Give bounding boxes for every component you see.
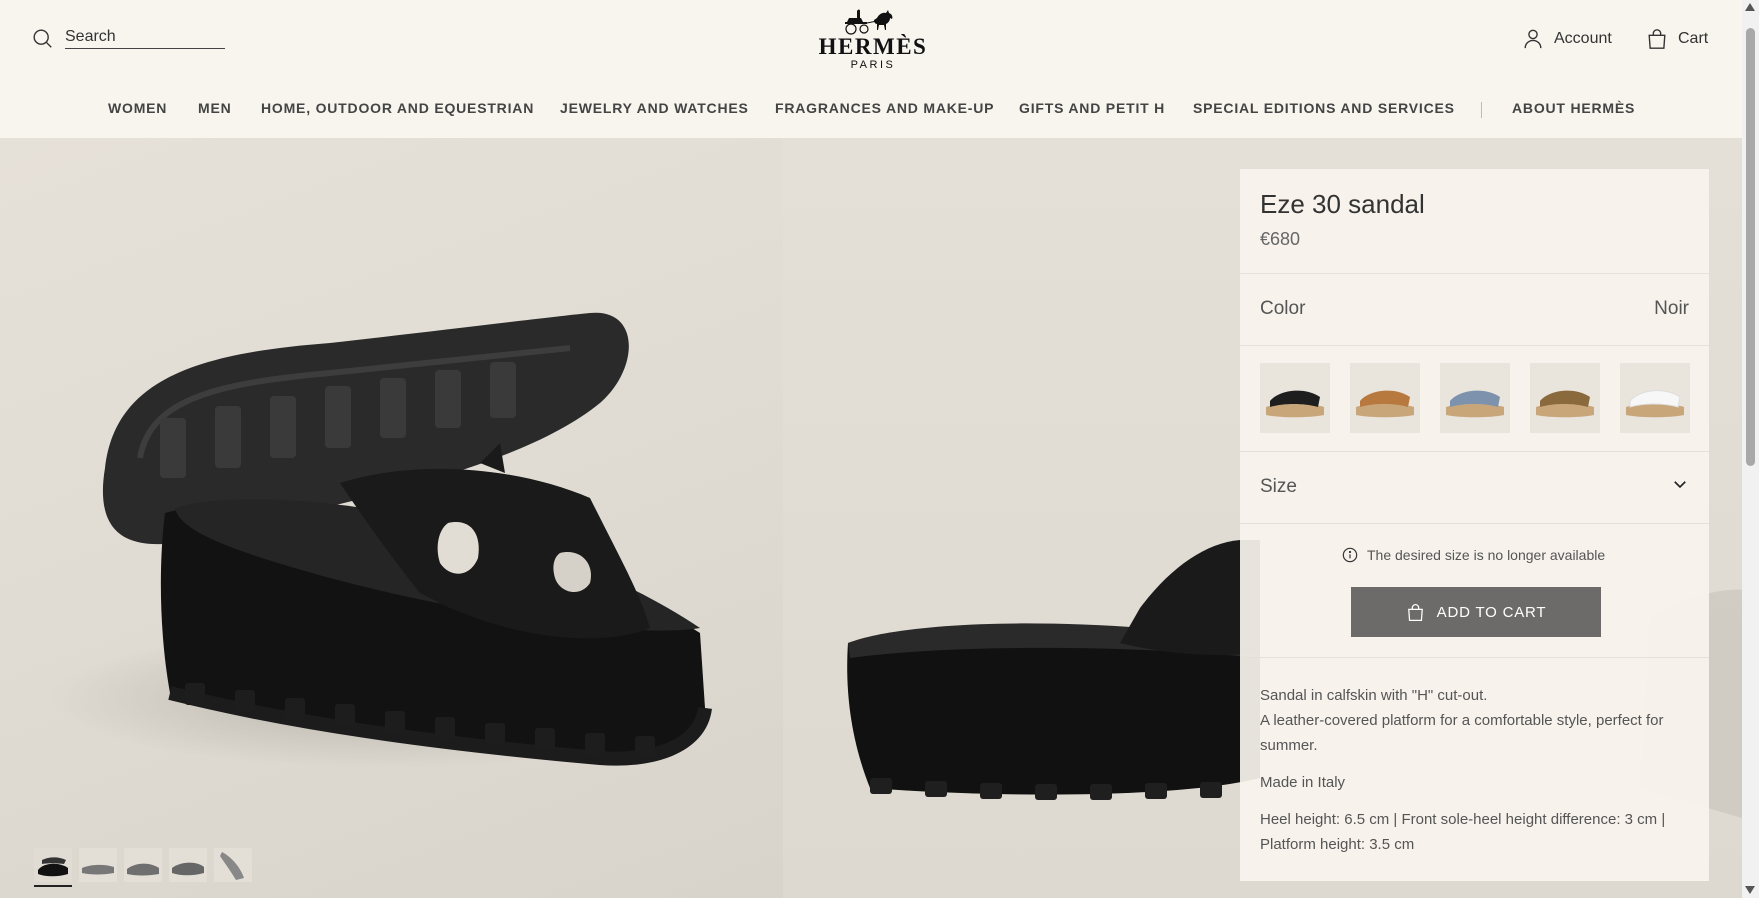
carriage-logo-icon	[845, 9, 893, 35]
divider	[1240, 345, 1709, 346]
nav-item-special-editions[interactable]: SPECIAL EDITIONS AND SERVICES	[1193, 100, 1455, 116]
nav-item-women[interactable]: WOMEN	[108, 100, 167, 116]
gallery-thumbnail[interactable]	[124, 848, 162, 882]
color-value: Noir	[1654, 298, 1689, 319]
scroll-down-arrow-icon[interactable]	[1745, 886, 1755, 894]
gallery-thumbnail[interactable]	[34, 848, 72, 887]
divider	[1240, 273, 1709, 274]
logo-city: PARIS	[850, 59, 896, 71]
search-bar[interactable]	[32, 28, 225, 49]
shopping-bag-icon	[1407, 603, 1423, 621]
scroll-up-arrow-icon[interactable]	[1745, 3, 1755, 11]
nav-item-gifts-petit-h[interactable]: GIFTS AND PETIT H	[1019, 100, 1165, 116]
info-icon	[1342, 547, 1358, 563]
notice-text: The desired size is no longer available	[1367, 547, 1606, 563]
scrollbar-thumb[interactable]	[1746, 28, 1755, 466]
nav-item-men[interactable]: MEN	[198, 100, 232, 116]
account-label: Account	[1554, 30, 1612, 47]
size-availability-notice: The desired size is no longer available	[1342, 547, 1605, 563]
nav-divider	[1481, 102, 1482, 118]
cart-label: Cart	[1678, 30, 1709, 47]
main-navigation: WOMEN MEN HOME, OUTDOOR AND EQUESTRIAN J…	[0, 100, 1742, 120]
description-line: Sandal in calfskin with "H" cut-out.	[1260, 687, 1488, 704]
logo-brand: HERMÈS	[818, 34, 928, 59]
gallery-thumbnail[interactable]	[169, 848, 207, 882]
color-swatch-brown[interactable]	[1530, 363, 1600, 433]
description-made-in: Made in Italy	[1260, 774, 1346, 791]
divider	[1240, 657, 1709, 658]
hermes-logo[interactable]: HERMÈS PARIS	[818, 8, 928, 72]
color-label: Color	[1260, 298, 1306, 319]
page-scrollbar[interactable]	[1742, 0, 1759, 898]
gallery-thumbnail[interactable]	[214, 848, 252, 882]
color-swatch-blue[interactable]	[1440, 363, 1510, 433]
divider	[1240, 451, 1709, 452]
nav-item-home-outdoor-equestrian[interactable]: HOME, OUTDOOR AND EQUESTRIAN	[261, 100, 534, 116]
add-to-cart-label: ADD TO CART	[1436, 603, 1547, 621]
chevron-down-icon[interactable]	[1671, 475, 1689, 493]
color-swatch-gold[interactable]	[1350, 363, 1420, 433]
search-icon[interactable]	[32, 28, 53, 49]
size-label[interactable]: Size	[1260, 476, 1297, 498]
add-to-cart-button[interactable]: ADD TO CART	[1351, 587, 1601, 637]
description-line: A leather-covered platform for a comfort…	[1260, 712, 1664, 754]
nav-item-fragrances-makeup[interactable]: FRAGRANCES AND MAKE-UP	[775, 100, 994, 116]
product-price: €680	[1260, 229, 1301, 249]
nav-item-jewelry-watches[interactable]: JEWELRY AND WATCHES	[560, 100, 749, 116]
nav-item-about-hermes[interactable]: ABOUT HERMÈS	[1512, 100, 1635, 116]
search-input[interactable]	[65, 28, 225, 49]
product-details-panel: Eze 30 sandal €680 Color Noir Size The d…	[1240, 169, 1709, 881]
gallery-thumbnails	[34, 848, 259, 887]
account-link[interactable]: Account	[1522, 28, 1612, 50]
cart-link[interactable]: Cart	[1646, 28, 1708, 50]
gallery-thumbnail[interactable]	[79, 848, 117, 882]
product-description: Sandal in calfskin with "H" cut-out. A l…	[1260, 683, 1690, 869]
shopping-bag-icon	[1648, 29, 1666, 49]
color-swatch-white[interactable]	[1620, 363, 1690, 433]
description-dimensions: Heel height: 6.5 cm | Front sole-heel he…	[1260, 811, 1666, 853]
user-icon	[1524, 29, 1542, 49]
color-swatch-noir[interactable]	[1260, 363, 1330, 433]
color-swatches	[1260, 363, 1710, 433]
site-header: HERMÈS PARIS Account Cart WOMEN MEN HOME…	[0, 0, 1742, 138]
divider	[1240, 523, 1709, 524]
product-title: Eze 30 sandal	[1260, 189, 1425, 219]
